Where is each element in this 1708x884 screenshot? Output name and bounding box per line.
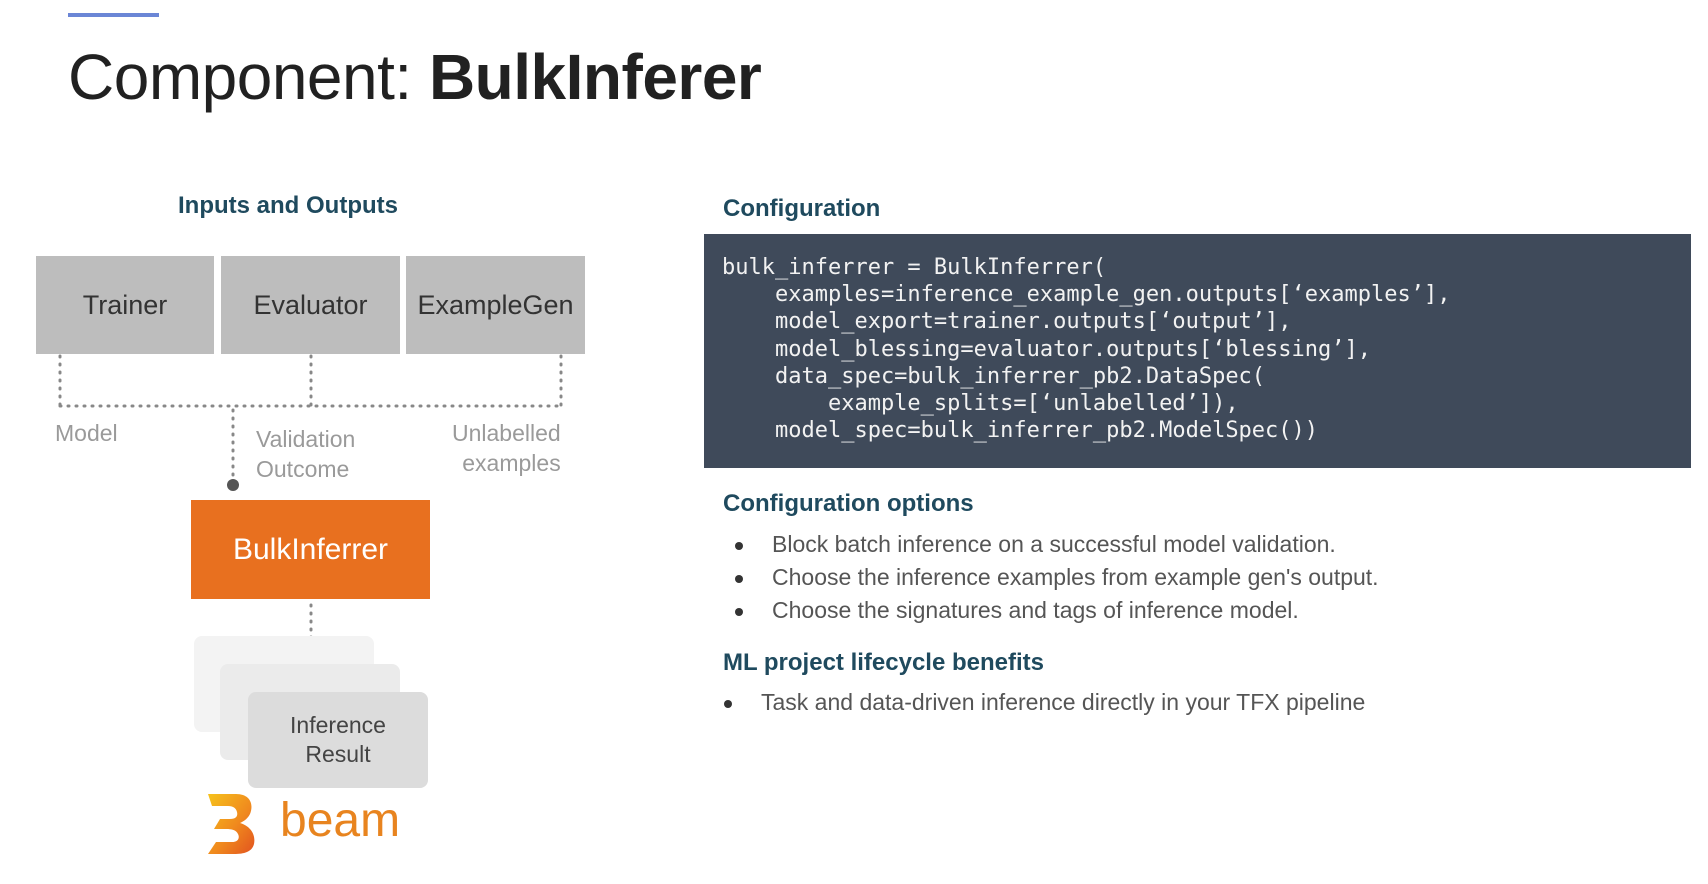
list-item: Choose the inference examples from examp…	[735, 561, 1379, 594]
bulkinferrer-component-box: BulkInferrer	[191, 500, 430, 599]
benefits-list: Task and data-driven inference directly …	[724, 686, 1365, 719]
bullet-dot-icon	[735, 608, 743, 616]
benefits-heading: ML project lifecycle benefits	[723, 649, 1044, 676]
code-line: examples=inference_example_gen.outputs[‘…	[722, 282, 1451, 308]
edge-label-unlabelled-line1: Unlabelled	[452, 420, 561, 446]
beam-logo-text: beam	[280, 794, 401, 847]
code-line: model_export=trainer.outputs[‘output’],	[722, 309, 1292, 335]
inference-result-line1: Inference	[290, 712, 386, 738]
list-item-text: Choose the inference examples from examp…	[772, 564, 1379, 590]
edge-label-validation-line1: Validation	[256, 426, 356, 452]
code-line: example_splits=[‘unlabelled’]),	[722, 391, 1239, 417]
edge-label-validation-outcome: Validation Outcome	[256, 424, 355, 484]
bullet-dot-icon	[735, 575, 743, 583]
edge-label-model: Model	[55, 420, 118, 446]
configuration-options-heading: Configuration options	[723, 490, 974, 517]
bullet-dot-icon	[724, 700, 732, 708]
edge-label-validation-line2: Outcome	[256, 456, 350, 482]
code-line: model_blessing=evaluator.outputs[‘blessi…	[722, 336, 1372, 362]
configuration-heading: Configuration	[723, 195, 881, 222]
edge-label-unlabelled-line2: examples	[462, 450, 561, 476]
list-item-text: Choose the signatures and tags of infere…	[772, 597, 1299, 623]
connector-dot-input	[227, 479, 239, 491]
bullet-dot-icon	[735, 542, 743, 550]
list-item-text: Block batch inference on a successful mo…	[772, 531, 1336, 557]
list-item: Task and data-driven inference directly …	[724, 686, 1365, 719]
configuration-code-panel: bulk_inferrer = BulkInferrer( examples=i…	[704, 234, 1691, 468]
beam-logo-icon	[208, 794, 255, 854]
edge-label-unlabelled-examples: Unlabelled examples	[452, 418, 561, 478]
configuration-options-list: Block batch inference on a successful mo…	[735, 528, 1379, 627]
code-line: data_spec=bulk_inferrer_pb2.DataSpec(	[722, 363, 1266, 389]
list-item: Block batch inference on a successful mo…	[735, 528, 1379, 561]
inference-result-card: Inference Result	[248, 692, 428, 788]
code-line: bulk_inferrer = BulkInferrer(	[722, 255, 1107, 280]
inference-result-line2: Result	[305, 741, 371, 767]
list-item-text: Task and data-driven inference directly …	[761, 689, 1366, 715]
list-item: Choose the signatures and tags of infere…	[735, 594, 1379, 627]
code-line: model_spec=bulk_inferrer_pb2.ModelSpec()…	[722, 418, 1319, 444]
